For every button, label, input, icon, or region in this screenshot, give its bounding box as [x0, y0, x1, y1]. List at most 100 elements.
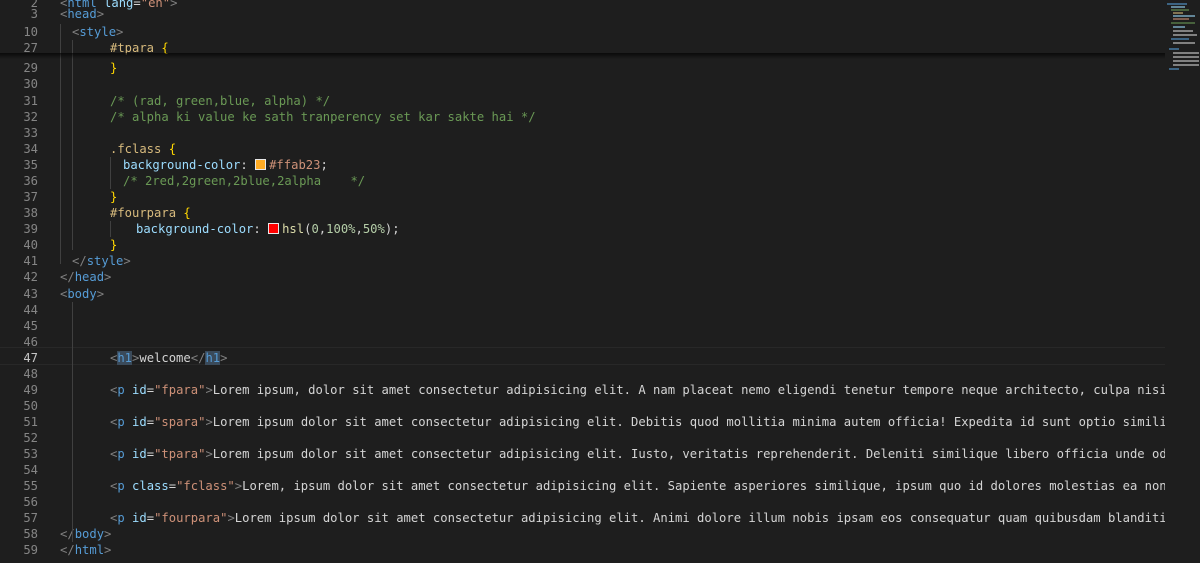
code-token: "tpara" [154, 447, 206, 461]
line-code: </head> [60, 269, 111, 285]
code-line[interactable]: 55 <p class="fclass">Lorem, ipsum dolor s… [0, 478, 1165, 494]
color-swatch-icon[interactable] [268, 223, 280, 234]
code-line[interactable]: 46 [0, 334, 1165, 350]
code-editor[interactable]: 2 <html lang="en"> 3 <head> 10 <style> 27 #tpar… [0, 0, 1165, 563]
code-token: Lorem ipsum, dolor sit amet consectetur … [212, 383, 1165, 397]
code-line[interactable]: 34 .fclass { [0, 141, 1165, 157]
code-line[interactable]: 51 <p id="spara">Lorem ipsum dolor sit am… [0, 414, 1165, 430]
code-token: html [74, 543, 105, 557]
line-code: <p id="spara">Lorem ipsum dolor sit amet… [110, 414, 1165, 430]
code-token: head [74, 270, 105, 284]
code-token: id [132, 447, 147, 461]
line-number: 29 [23, 61, 38, 75]
code-line[interactable]: 49 <p id="fpara">Lorem ipsum, dolor sit a… [0, 382, 1165, 398]
minimap-line [1173, 56, 1199, 58]
code-line[interactable]: 54 [0, 462, 1165, 478]
code-line[interactable]: 29} [0, 60, 1165, 76]
code-token: { [183, 206, 191, 220]
code-token: Lorem, ipsum dolor sit amet consectetur … [242, 479, 1165, 493]
code-token: 0 [311, 222, 319, 236]
code-line[interactable]: 57 <p id="fourpara">Lorem ipsum dolor sit… [0, 510, 1165, 526]
line-number: 51 [23, 415, 38, 429]
line-code: <body> [60, 286, 104, 302]
code-line[interactable]: 56 [0, 494, 1165, 510]
code-line[interactable]: 43 <body> [0, 286, 1165, 302]
code-line[interactable]: 39 background-color: hsl(0,100%,50%); [0, 221, 1165, 237]
code-token: 50% [362, 222, 385, 236]
code-line[interactable]: 59 </html> [0, 542, 1165, 558]
code-token: background-color [123, 158, 241, 172]
minimap[interactable] [1165, 0, 1200, 563]
code-line[interactable]: 40} [0, 237, 1165, 253]
minimap-line [1171, 6, 1185, 8]
code-token: ); [384, 222, 400, 236]
code-token: > [96, 7, 105, 21]
minimap-line [1173, 52, 1199, 54]
code-line[interactable]: 35 background-color: #ffab23; [0, 157, 1165, 173]
vertical-scrollbar[interactable] [1194, 0, 1200, 563]
indent-guide [60, 24, 61, 264]
code-line[interactable]: 41 </style> [0, 253, 1165, 269]
code-line[interactable]: 38 #fourpara { [0, 205, 1165, 221]
code-token: class [132, 479, 169, 493]
code-line[interactable]: 3 <head> [0, 6, 1165, 22]
line-number: 38 [23, 206, 38, 220]
code-token: /* alpha ki value ke sath tranperency se… [110, 110, 536, 124]
code-line[interactable]: 42 </head> [0, 269, 1165, 285]
code-token: > [104, 543, 112, 557]
code-token: "fclass" [176, 479, 235, 493]
code-line[interactable]: 32 /* alpha ki value ke sath tranperency … [0, 109, 1165, 125]
code-line[interactable]: 58 </body> [0, 526, 1165, 542]
code-token: p [117, 447, 125, 461]
code-token: id [132, 383, 147, 397]
minimap-line [1171, 9, 1189, 11]
code-token: > [104, 527, 112, 541]
code-line[interactable]: 30 [0, 76, 1165, 92]
minimap-line [1173, 34, 1197, 36]
minimap-line [1173, 12, 1183, 14]
code-line[interactable]: 47 <h1>welcome</h1> [0, 350, 1165, 366]
code-token: .fclass [110, 142, 162, 156]
line-number: 32 [23, 110, 38, 124]
line-number: 45 [23, 319, 38, 333]
code-line[interactable]: 52 [0, 430, 1165, 446]
line-code: <style> [72, 24, 123, 40]
code-line[interactable]: 45 [0, 318, 1165, 334]
line-code: <p id="fourpara">Lorem ipsum dolor sit a… [110, 510, 1165, 526]
line-number: 47 [23, 351, 38, 365]
sticky-scroll-shadow [0, 53, 1165, 59]
code-token: /* 2red,2green,2blue,2alpha */ [123, 174, 366, 188]
code-line[interactable]: 33 [0, 125, 1165, 141]
code-line[interactable]: 53 <p id="tpara">Lorem ipsum dolor sit am… [0, 446, 1165, 462]
minimap-line [1169, 68, 1179, 70]
code-line[interactable]: 50 [0, 398, 1165, 414]
code-line[interactable]: 48 [0, 366, 1165, 382]
code-line[interactable]: 10 <style> [0, 24, 1165, 40]
line-number: 35 [23, 158, 38, 172]
line-number: 59 [23, 543, 38, 557]
code-token: p [117, 479, 125, 493]
code-token: p [117, 511, 125, 525]
minimap-line [1173, 15, 1195, 17]
code-token: = [146, 511, 155, 525]
code-token: </ [72, 254, 87, 268]
code-token: > [227, 511, 235, 525]
line-number: 53 [23, 447, 38, 461]
code-token: 100% [326, 222, 356, 236]
code-token: background-color [136, 222, 254, 236]
code-line[interactable]: 37} [0, 189, 1165, 205]
code-token: </ [190, 351, 206, 365]
code-token: > [234, 479, 243, 493]
line-number: 42 [23, 270, 38, 284]
code-token: id [132, 415, 147, 429]
code-line[interactable]: 44 [0, 302, 1165, 318]
indent-guide [110, 221, 111, 237]
color-swatch-icon[interactable] [255, 159, 267, 170]
code-line[interactable]: 31 /* (rad, green,blue, alpha) */ [0, 93, 1165, 109]
minimap-line [1173, 64, 1199, 66]
code-line[interactable]: 36 /* 2red,2green,2blue,2alpha */ [0, 173, 1165, 189]
line-number: 54 [23, 463, 38, 477]
